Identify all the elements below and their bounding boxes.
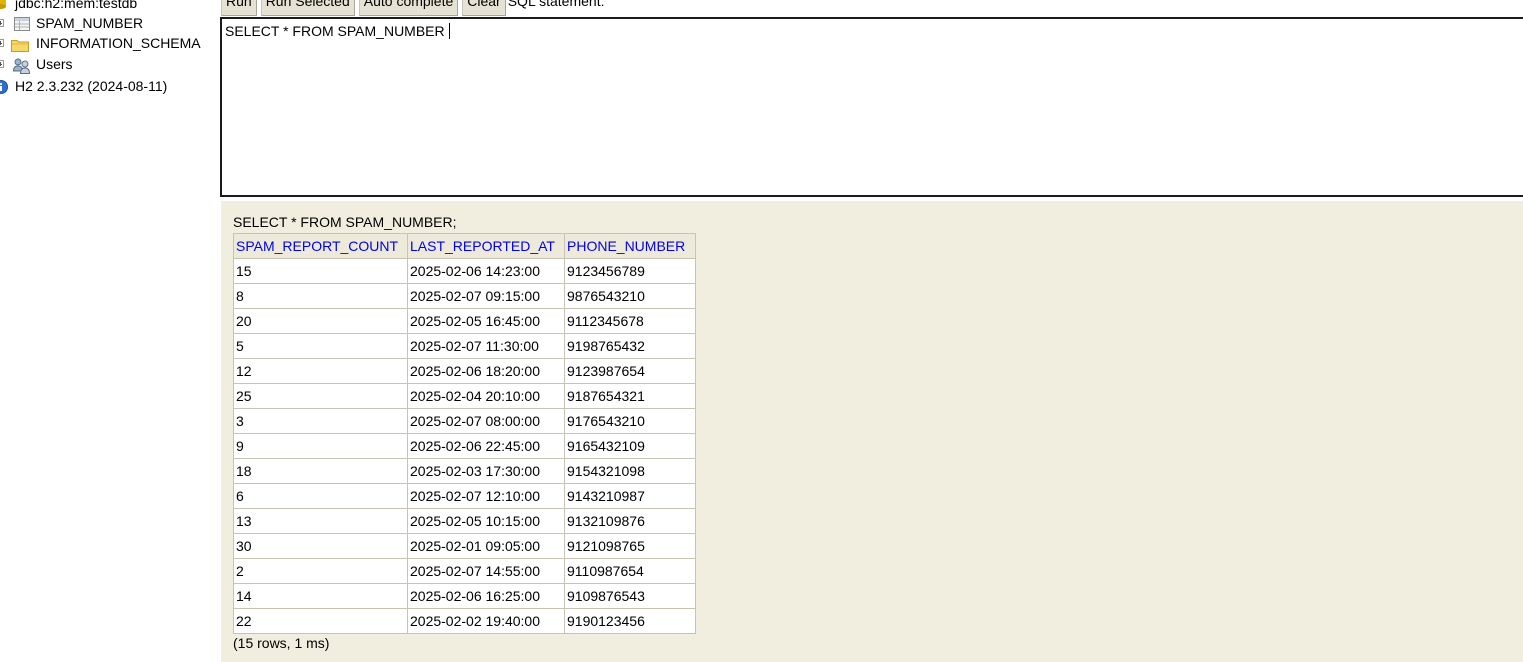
table-row: 9 2025-02-06 22:45:00 9165432109: [233, 433, 696, 459]
results-body: 15 2025-02-06 14:23:00 9123456789 8 2025-02-…: [233, 258, 696, 634]
cell-last-reported-at: 2025-02-07 14:55:00: [407, 558, 565, 584]
version-label: H2 2.3.232 (2024-08-11): [15, 78, 168, 94]
table-row: 14 2025-02-06 16:25:00 9109876543: [233, 583, 696, 609]
cell-last-reported-at: 2025-02-06 18:20:00: [407, 358, 565, 384]
cell-last-reported-at: 2025-02-03 17:30:00: [407, 458, 565, 484]
cell-last-reported-at: 2025-02-07 11:30:00: [407, 333, 565, 359]
cell-phone-number: 9154321098: [564, 458, 696, 484]
users-icon: [13, 58, 31, 74]
results-table: SPAM_REPORT_COUNT LAST_REPORTED_AT PHONE…: [233, 233, 696, 634]
cell-phone-number: 9123456789: [564, 258, 696, 284]
cell-last-reported-at: 2025-02-07 12:10:00: [407, 483, 565, 509]
sql-text: SELECT * FROM SPAM_NUMBER: [225, 23, 445, 39]
cell-spam-report-count: 3: [233, 408, 408, 434]
cell-spam-report-count: 14: [233, 583, 408, 609]
results-panel: SELECT * FROM SPAM_NUMBER; SPAM_REPORT_C…: [221, 201, 1523, 662]
table-row: 8 2025-02-07 09:15:00 9876543210: [233, 283, 696, 309]
query-toolbar: Run Run Selected Auto complete Clear SQL…: [221, 0, 604, 16]
cell-last-reported-at: 2025-02-06 16:25:00: [407, 583, 565, 609]
column-header-last-reported-at[interactable]: LAST_REPORTED_AT: [407, 233, 565, 259]
cell-spam-report-count: 8: [233, 283, 408, 309]
database-icon: [0, 0, 6, 9]
cell-phone-number: 9190123456: [564, 608, 696, 634]
cell-spam-report-count: 15: [233, 258, 408, 284]
cell-spam-report-count: 5: [233, 333, 408, 359]
sql-editor[interactable]: SELECT * FROM SPAM_NUMBER: [220, 17, 1523, 197]
table-row: 30 2025-02-01 09:05:00 9121098765: [233, 533, 696, 559]
table-row: 22 2025-02-02 19:40:00 9190123456: [233, 608, 696, 634]
cell-spam-report-count: 25: [233, 383, 408, 409]
run-selected-button[interactable]: Run Selected: [260, 0, 355, 16]
cell-phone-number: 9187654321: [564, 383, 696, 409]
cell-spam-report-count: 22: [233, 608, 408, 634]
cell-spam-report-count: 9: [233, 433, 408, 459]
table-row: 15 2025-02-06 14:23:00 9123456789: [233, 258, 696, 284]
table-header-row: SPAM_REPORT_COUNT LAST_REPORTED_AT PHONE…: [233, 233, 696, 259]
cell-spam-report-count: 12: [233, 358, 408, 384]
cell-last-reported-at: 2025-02-07 09:15:00: [407, 283, 565, 309]
table-row: 6 2025-02-07 12:10:00 9143210987: [233, 483, 696, 509]
cell-spam-report-count: 30: [233, 533, 408, 559]
cell-last-reported-at: 2025-02-04 20:10:00: [407, 383, 565, 409]
text-caret: [448, 23, 450, 39]
table-icon: [14, 17, 30, 31]
connection-label: jdbc:h2:mem:testdb: [15, 0, 138, 11]
cell-spam-report-count: 13: [233, 508, 408, 534]
cell-spam-report-count: 2: [233, 558, 408, 584]
table-row: 18 2025-02-03 17:30:00 9154321098: [233, 458, 696, 484]
table-row: 2 2025-02-07 14:55:00 9110987654: [233, 558, 696, 584]
cell-phone-number: 9176543210: [564, 408, 696, 434]
cell-phone-number: 9143210987: [564, 483, 696, 509]
sql-statement-label: SQL statement:: [507, 0, 605, 9]
info-icon: [0, 80, 8, 94]
cell-last-reported-at: 2025-02-05 10:15:00: [407, 508, 565, 534]
table-row: 13 2025-02-05 10:15:00 9132109876: [233, 508, 696, 534]
folder-icon: [11, 40, 29, 52]
table-row: 3 2025-02-07 08:00:00 9176543210: [233, 408, 696, 434]
table-row: 25 2025-02-04 20:10:00 9187654321: [233, 383, 696, 409]
cell-last-reported-at: 2025-02-05 16:45:00: [407, 308, 565, 334]
tree-item-label: SPAM_NUMBER: [36, 15, 144, 31]
cell-last-reported-at: 2025-02-07 08:00:00: [407, 408, 565, 434]
cell-phone-number: 9112345678: [564, 308, 696, 334]
expand-icon[interactable]: [0, 60, 4, 68]
executed-statement: SELECT * FROM SPAM_NUMBER;: [233, 214, 457, 230]
cell-phone-number: 9110987654: [564, 558, 696, 584]
cell-phone-number: 9876543210: [564, 283, 696, 309]
cell-phone-number: 9123987654: [564, 358, 696, 384]
cell-phone-number: 9132109876: [564, 508, 696, 534]
cell-last-reported-at: 2025-02-02 19:40:00: [407, 608, 565, 634]
table-row: 5 2025-02-07 11:30:00 9198765432: [233, 333, 696, 359]
cell-phone-number: 9109876543: [564, 583, 696, 609]
cell-spam-report-count: 6: [233, 483, 408, 509]
cell-phone-number: 9165432109: [564, 433, 696, 459]
expand-icon[interactable]: [0, 39, 4, 47]
cell-phone-number: 9198765432: [564, 333, 696, 359]
row-count-summary: (15 rows, 1 ms): [233, 635, 330, 651]
cell-last-reported-at: 2025-02-06 14:23:00: [407, 258, 565, 284]
cell-spam-report-count: 18: [233, 458, 408, 484]
column-header-spam-report-count[interactable]: SPAM_REPORT_COUNT: [233, 233, 408, 259]
cell-last-reported-at: 2025-02-06 22:45:00: [407, 433, 565, 459]
run-button[interactable]: Run: [221, 0, 257, 16]
database-tree: jdbc:h2:mem:testdb SPAM_NUMBER INFORMATI…: [0, 0, 220, 662]
tree-item-label: Users: [36, 56, 73, 72]
auto-complete-button[interactable]: Auto complete: [358, 0, 459, 16]
expand-icon[interactable]: [0, 19, 4, 27]
h2-console: jdbc:h2:mem:testdb SPAM_NUMBER INFORMATI…: [0, 0, 1523, 662]
clear-button[interactable]: Clear: [462, 0, 506, 16]
tree-item-label: INFORMATION_SCHEMA: [36, 35, 201, 51]
table-row: 12 2025-02-06 18:20:00 9123987654: [233, 358, 696, 384]
column-header-phone-number[interactable]: PHONE_NUMBER: [564, 233, 696, 259]
cell-phone-number: 9121098765: [564, 533, 696, 559]
cell-spam-report-count: 20: [233, 308, 408, 334]
table-row: 20 2025-02-05 16:45:00 9112345678: [233, 308, 696, 334]
cell-last-reported-at: 2025-02-01 09:05:00: [407, 533, 565, 559]
sql-editor-content[interactable]: SELECT * FROM SPAM_NUMBER: [225, 23, 450, 39]
